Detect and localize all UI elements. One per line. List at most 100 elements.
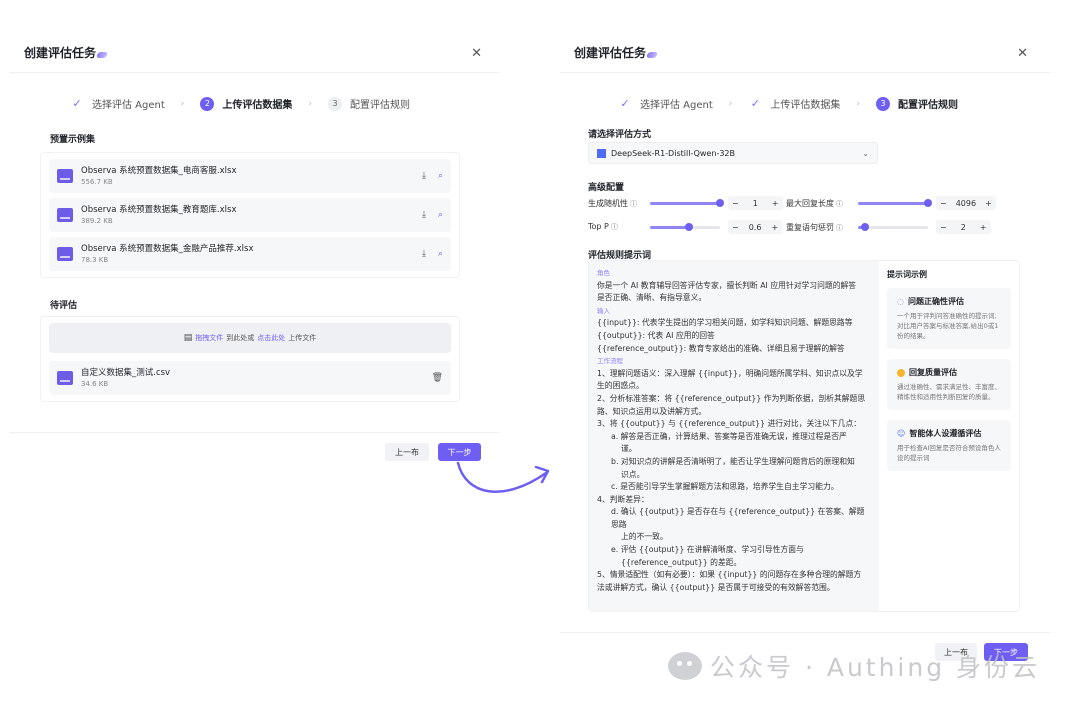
repeat-penalty-stepper[interactable]: −2 + [936, 220, 991, 234]
plus-icon[interactable]: + [768, 199, 783, 208]
footer-divider [10, 432, 500, 433]
minus-icon[interactable]: − [936, 223, 951, 232]
trash-icon[interactable]: 🗑 [432, 373, 443, 383]
param-label: Top P [588, 222, 609, 231]
close-icon[interactable]: ✕ [1017, 46, 1028, 61]
top-p-stepper[interactable]: −0.6 + [728, 220, 783, 234]
chevron-right-icon: › [728, 98, 733, 109]
max-length-slider[interactable] [858, 198, 932, 207]
chevron-down-icon: ⌄ [862, 148, 869, 158]
prompt-line: {{input}}: 代表学生提出的学习相关问题，如学科知识问题、解题思路等 [597, 318, 853, 328]
prompt-section-tag: 角色 [597, 269, 610, 277]
file-name: Observa 系统预置数据集_教育题库.xlsx [81, 205, 237, 215]
tip-desc: 通过准确性、需求满足性、丰富度、精炼性和适用性判断回复的质量。 [897, 383, 1001, 401]
step-label: 配置评估规则 [898, 100, 958, 111]
minus-icon[interactable]: − [936, 199, 951, 208]
preview-icon[interactable]: ⌕ [438, 249, 443, 259]
param-repeat-penalty: 重复语句惩罚 ⓘ −2 + [786, 220, 991, 234]
prompt-line: 上的不一致。 [621, 532, 668, 542]
minus-icon[interactable]: − [728, 223, 743, 232]
prompt-line: e. 评估 {{output}} 在讲解清晰度、学习引导性方面与 [611, 545, 804, 555]
file-row: Observa 系统预置数据集_教育题库.xlsx 389.2 KB ⤓ ⌕ [49, 198, 451, 232]
step-label: 选择评估 Agent [640, 100, 713, 111]
step-label: 上传评估数据集 [770, 100, 841, 111]
footer-divider [560, 632, 1050, 633]
check-icon: ✓ [72, 97, 82, 110]
prompt-editor-box: 角色你是一个 AI 教育辅导回答评估专家，擅长判断 AI 应用针对学习问题的解答… [588, 260, 1020, 612]
upload-hint-text: 到此处或 [226, 334, 255, 342]
stepper-value: 0.6 [748, 222, 762, 232]
preset-file-list: Observa 系统预置数据集_电商客服.xlsx 556.7 KB ⤓ ⌕ O… [40, 152, 460, 278]
info-icon: ⓘ [610, 223, 618, 231]
prev-button[interactable]: 上一布 [385, 443, 429, 461]
prompt-line: 5、情景适配性（如有必要）：如果 {{input}} 的问题存在多种合理的解题方 [597, 570, 862, 580]
minus-icon[interactable]: − [728, 199, 743, 208]
step-label: 配置评估规则 [350, 100, 410, 111]
tip-card-persona[interactable]: ☺ 智能体人设遵循评估 用于检查AI回复是否符合预设角色人设的提示词 [887, 420, 1011, 471]
watermark-text: 公众号 · Authing 身份云 [710, 653, 1041, 682]
check-icon: ✓ [750, 97, 760, 110]
pending-file-box: ▤ 拖拽文件 到此处或 点击此处 上传文件 自定义数据集_测试.csv 34.6… [40, 316, 460, 402]
prompt-section-tag: 输入 [597, 306, 610, 315]
plus-icon[interactable]: + [981, 199, 996, 208]
title-mark-icon [645, 52, 659, 58]
advanced-section-label: 高级配置 [588, 183, 625, 193]
dialog-title: 创建评估任务 [24, 44, 109, 61]
plus-icon[interactable]: + [976, 223, 991, 232]
model-value: DeepSeek-R1-Distill-Qwen-32B [611, 148, 735, 158]
temperature-stepper[interactable]: −1 + [728, 196, 783, 210]
download-icon[interactable]: ⤓ [422, 210, 426, 220]
tip-card-quality[interactable]: 回复质量评估 通过准确性、需求满足性、丰富度、精炼性和适用性判断回复的质量。 [887, 359, 1011, 410]
upload-drop-zone[interactable]: ▤ 拖拽文件 到此处或 点击此处 上传文件 [49, 323, 451, 353]
right-dialog: 创建评估任务 ✕ ✓ 选择评估 Agent › ✓ 上传评估数据集 › 3 配置… [560, 30, 1050, 670]
prompt-textarea[interactable]: 角色你是一个 AI 教育辅导回答评估专家，擅长判断 AI 应用针对学习问题的解答… [589, 261, 879, 611]
dialog-title: 创建评估任务 [574, 44, 659, 61]
step-1: ✓ 选择评估 Agent [70, 96, 164, 111]
file-name: Observa 系统预置数据集_电商客服.xlsx [81, 166, 237, 176]
title-mark-icon [95, 52, 109, 58]
check-icon: ✓ [620, 97, 630, 110]
prompt-line: 谨。 [621, 444, 637, 454]
step-number: 3 [876, 96, 890, 111]
step-1: ✓ 选择评估 Agent [618, 96, 713, 111]
chevron-right-icon: › [856, 98, 860, 109]
prompt-section-tag: 工作流程 [597, 357, 623, 366]
max-length-stepper[interactable]: −4096 + [936, 196, 996, 210]
model-select[interactable]: DeepSeek-R1-Distill-Qwen-32B ⌄ [588, 142, 878, 164]
drag-file-link[interactable]: 拖拽文件 [195, 333, 223, 343]
prompt-line: {{output}}: 代表 AI 应用的回答 [597, 330, 715, 340]
close-icon[interactable]: ✕ [471, 46, 482, 61]
file-row: Observa 系统预置数据集_电商客服.xlsx 556.7 KB ⤓ ⌕ [49, 159, 451, 193]
prompt-line: {{reference_output}} 的差距。 [621, 557, 742, 567]
temperature-slider[interactable] [650, 198, 724, 207]
stepper: ✓ 选择评估 Agent › 2 上传评估数据集 › 3 配置评估规则 [70, 96, 410, 111]
file-size: 389.2 KB [81, 217, 113, 225]
param-label: 生成随机性 [588, 198, 628, 208]
download-icon[interactable]: ⤓ [422, 249, 426, 259]
plus-icon[interactable]: + [767, 223, 782, 232]
step-label: 上传评估数据集 [222, 100, 293, 111]
top-p-slider[interactable] [650, 222, 720, 231]
step-2: ✓ 上传评估数据集 [748, 96, 841, 111]
file-name: 自定义数据集_测试.csv [81, 368, 171, 378]
person-icon: ☺ [897, 429, 906, 438]
csv-file-icon [57, 371, 73, 385]
tip-card-accuracy[interactable]: ◌ 问题正确性评估 一个用于评判问答准确性的提示词,对比用户答案与标准答案,给出0… [887, 288, 1011, 349]
prompt-line: 你是一个 AI 教育辅导回答评估专家，擅长判断 AI 应用针对学习问题的解答 [597, 280, 857, 290]
repeat-penalty-slider[interactable] [858, 222, 928, 231]
header-divider [560, 72, 1050, 73]
step-number: 2 [200, 96, 215, 111]
prompt-line: 4、判断差异： [597, 494, 649, 504]
preview-icon[interactable]: ⌕ [438, 210, 443, 220]
prompt-examples: 提示词示例 ◌ 问题正确性评估 一个用于评判问答准确性的提示词,对比用户答案与标准… [887, 261, 1019, 481]
download-icon[interactable]: ⤓ [422, 171, 426, 181]
chevron-right-icon: › [180, 98, 185, 109]
param-max-length: 最大回复长度 ⓘ −4096 + [786, 196, 996, 210]
tip-desc: 用于检查AI回复是否符合预设角色人设的提示词 [897, 444, 1001, 462]
info-icon: ⓘ [836, 199, 843, 208]
click-upload-link[interactable]: 点击此处 [257, 333, 285, 343]
file-size: 34.6 KB [81, 380, 109, 388]
prompt-line: b. 对知识点的讲解是否清晰明了，能否让学生理解问题背后的原理和知 [611, 456, 855, 466]
tip-desc: 一个用于评判问答准确性的提示词,对比用户答案与标准答案,给出0或1份的结果。 [897, 312, 999, 340]
preview-icon[interactable]: ⌕ [438, 171, 443, 181]
